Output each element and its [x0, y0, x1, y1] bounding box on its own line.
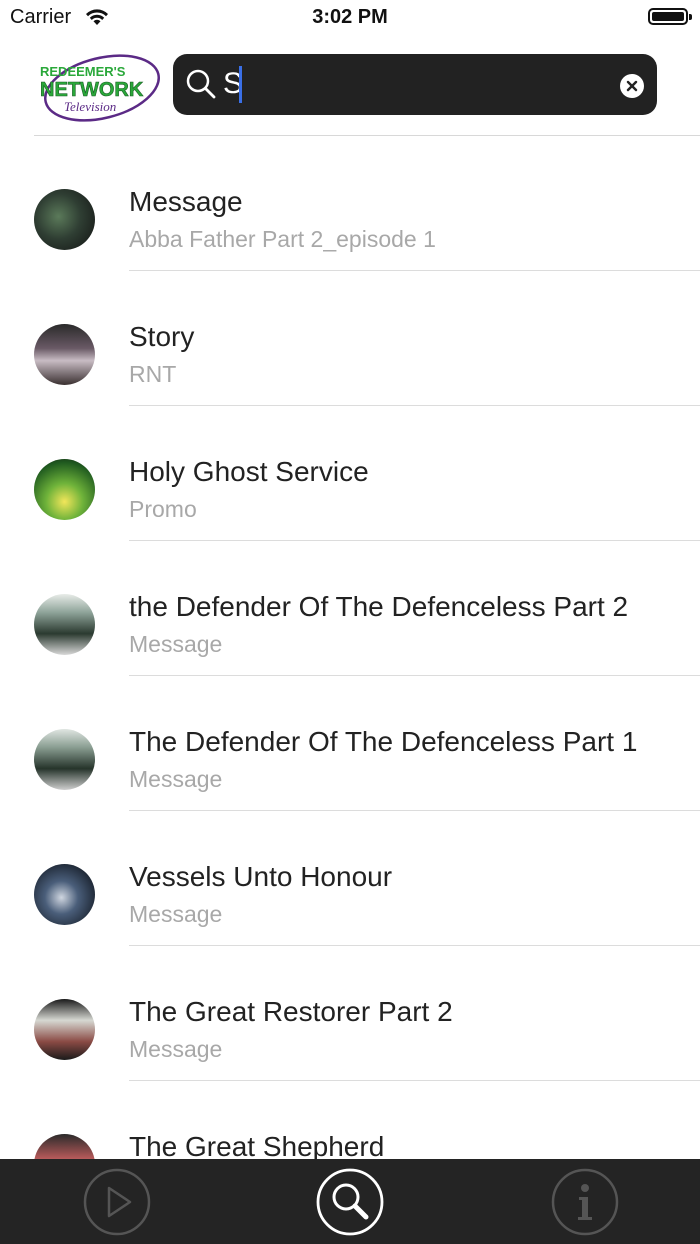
thumbnail	[34, 324, 95, 385]
item-title: Story	[129, 321, 195, 352]
list-item[interactable]: Holy Ghost Service Promo	[0, 406, 700, 541]
tab-play[interactable]	[82, 1167, 152, 1237]
search-icon	[185, 68, 217, 105]
item-title: the Defender Of The Defenceless Part 2	[129, 591, 629, 622]
thumbnail	[34, 864, 95, 925]
item-title: Message	[129, 186, 243, 217]
search-icon	[315, 1168, 385, 1241]
logo-line2: NETWORK	[40, 79, 144, 101]
item-subtitle: Promo	[129, 496, 197, 522]
logo-line1: REDEEMER'S	[40, 64, 126, 79]
tab-info[interactable]	[550, 1167, 620, 1237]
text-cursor	[239, 66, 242, 103]
thumbnail	[34, 459, 95, 520]
item-subtitle: Message	[129, 766, 223, 792]
list-item[interactable]: The Great Restorer Part 2 Message	[0, 946, 700, 1081]
tab-search[interactable]	[315, 1167, 385, 1237]
play-icon	[82, 1168, 152, 1241]
clear-search-button[interactable]	[620, 74, 644, 98]
item-subtitle: Message	[129, 901, 223, 927]
thumbnail	[34, 999, 95, 1060]
tab-bar	[0, 1159, 700, 1244]
thumbnail	[34, 189, 95, 250]
info-icon	[550, 1168, 620, 1241]
item-title: The Great Restorer Part 2	[129, 996, 453, 1027]
battery-icon	[648, 8, 692, 25]
thumbnail	[34, 729, 95, 790]
header: REDEEMER'S NETWORK Television	[0, 40, 700, 136]
item-subtitle: RNT	[129, 361, 177, 387]
logo-line3: Television	[64, 99, 116, 114]
list-item[interactable]: The Defender Of The Defenceless Part 1 M…	[0, 676, 700, 811]
list-item[interactable]: the Defender Of The Defenceless Part 2 M…	[0, 541, 700, 676]
item-title: Holy Ghost Service	[129, 456, 369, 487]
results-list: Message Abba Father Part 2_episode 1 Sto…	[0, 136, 700, 1216]
item-subtitle: Message	[129, 1036, 223, 1062]
item-subtitle: Message	[129, 631, 223, 657]
item-title: The Defender Of The Defenceless Part 1	[129, 726, 638, 757]
status-bar: Carrier 3:02 PM	[0, 0, 700, 36]
search-bar[interactable]	[173, 54, 657, 115]
logo: REDEEMER'S NETWORK Television	[36, 54, 164, 130]
list-item[interactable]: Vessels Unto Honour Message	[0, 811, 700, 946]
clock: 3:02 PM	[312, 6, 388, 28]
thumbnail	[34, 594, 95, 655]
list-item[interactable]: Message Abba Father Part 2_episode 1	[0, 136, 700, 271]
search-input[interactable]	[223, 64, 603, 104]
list-item[interactable]: Story RNT	[0, 271, 700, 406]
item-subtitle: Abba Father Part 2_episode 1	[129, 226, 436, 252]
item-title: Vessels Unto Honour	[129, 861, 393, 892]
